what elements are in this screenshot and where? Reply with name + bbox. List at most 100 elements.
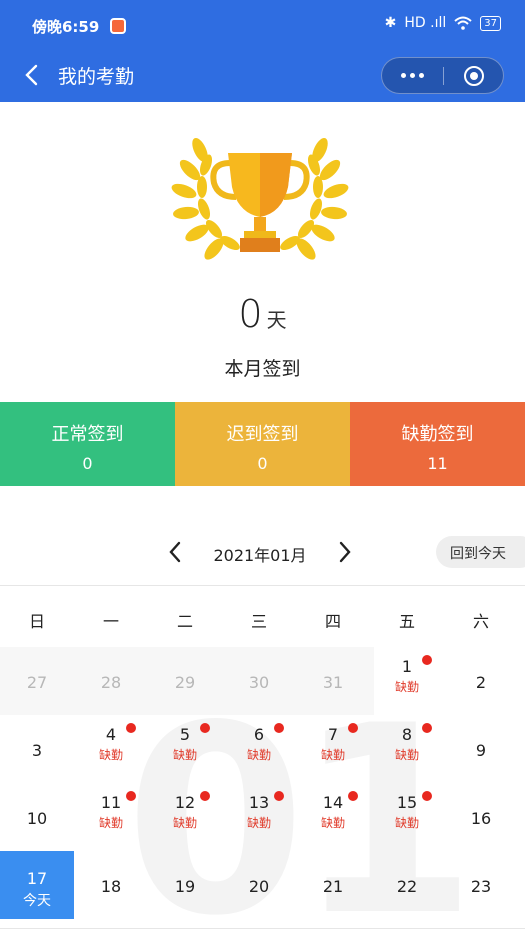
weekday-label: 六 [472,612,489,631]
divider [0,928,525,929]
calendar-day[interactable]: 14 缺勤 [296,783,370,851]
absence-dot-icon [126,723,136,733]
absence-tag: 缺勤 [172,748,197,762]
weekday-label: 二 [176,612,193,631]
calendar-day[interactable]: 15 缺勤 [370,783,444,851]
calendar-day[interactable]: 9 [444,715,518,783]
calendar-day[interactable]: 12 缺勤 [148,783,222,851]
absence-dot-icon [274,791,284,801]
wifi-icon [454,16,472,30]
more-options-button[interactable] [382,58,443,93]
stat-normal[interactable]: 正常签到 0 [0,402,175,486]
calendar-week-row: 27 28 29 30 31 1 缺勤 2 [0,647,525,715]
day-number: 7 [327,725,339,744]
calendar-day[interactable]: 11 缺勤 [74,783,148,851]
chevron-right-icon[interactable] [330,536,360,568]
absence-dot-icon [422,655,432,665]
absence-tag: 缺勤 [394,748,419,762]
absence-tag: 缺勤 [246,748,271,762]
day-number: 21 [322,877,344,896]
calendar-day[interactable]: 4 缺勤 [74,715,148,783]
day-number: 8 [401,725,413,744]
day-count-unit: 天 [266,308,287,332]
calendar-day[interactable]: 23 [444,851,518,919]
month-navigation: 2021年01月 回到今天 [0,530,525,574]
status-time: 傍晚6:59 [32,18,100,36]
absence-tag: 缺勤 [172,816,197,830]
stat-absent[interactable]: 缺勤签到 11 [350,402,525,486]
trophy-laurel-icon [171,137,349,260]
attendance-day-count: 0天 [0,292,525,336]
dot-icon [410,73,415,78]
chevron-left-icon[interactable] [160,536,190,568]
calendar-day[interactable]: 1 缺勤 [370,647,444,715]
calendar-day[interactable]: 18 [74,851,148,919]
day-number: 30 [248,673,270,692]
calendar-day[interactable]: 29 [148,647,222,715]
day-number: 4 [105,725,117,744]
weekday-label: 一 [102,612,119,631]
day-number: 19 [174,877,196,896]
current-month: 2021年01月 [213,546,307,565]
day-number: 3 [31,741,43,760]
absence-tag: 缺勤 [98,816,123,830]
calendar-day[interactable]: 22 [370,851,444,919]
calendar-day[interactable]: 10 [0,783,74,851]
day-number: 20 [248,877,270,896]
stat-label: 正常签到 [51,424,124,445]
day-number: 18 [100,877,122,896]
top-bar: 傍晚6:59 ✱ HD .ıll 37 我的考勤 [0,0,525,102]
calendar-day[interactable]: 31 [296,647,370,715]
day-number: 23 [470,877,492,896]
stat-value: 0 [82,454,93,473]
close-mini-program-button[interactable] [444,58,504,93]
calendar-day[interactable]: 20 [222,851,296,919]
mini-program-capsule [381,57,504,94]
day-number: 16 [470,809,492,828]
back-arrow-icon[interactable] [18,60,46,90]
nav-bar: 我的考勤 [0,52,525,102]
calendar-day[interactable]: 2 [444,647,518,715]
signal-icon: HD .ıll [404,15,447,31]
calendar-day[interactable]: 3 [0,715,74,783]
day-number: 17 [26,869,48,888]
back-to-today-button[interactable]: 回到今天 [436,536,525,568]
dot-icon [401,73,406,78]
stat-late[interactable]: 迟到签到 0 [175,402,350,486]
divider [0,585,525,586]
calendar-day-today[interactable]: 17 今天 [0,851,74,919]
calendar-day[interactable]: 6 缺勤 [222,715,296,783]
calendar-day[interactable]: 8 缺勤 [370,715,444,783]
weekday-label: 四 [324,612,341,631]
calendar-day[interactable]: 13 缺勤 [222,783,296,851]
day-number: 6 [253,725,265,744]
calendar-day[interactable]: 28 [74,647,148,715]
day-number: 14 [322,793,344,812]
absence-tag: 缺勤 [394,680,419,694]
calendar-day[interactable]: 21 [296,851,370,919]
status-icons: ✱ HD .ıll 37 [385,15,501,31]
day-number: 9 [475,741,487,760]
calendar-day[interactable]: 7 缺勤 [296,715,370,783]
day-number: 1 [401,657,413,676]
day-number: 15 [396,793,418,812]
day-number: 29 [174,673,196,692]
calendar-day[interactable]: 19 [148,851,222,919]
calendar-day[interactable]: 16 [444,783,518,851]
status-bar: 傍晚6:59 ✱ HD .ıll 37 [0,0,525,52]
absence-dot-icon [274,723,284,733]
stat-label: 迟到签到 [226,424,299,445]
battery-icon: 37 [480,15,501,31]
stat-label: 缺勤签到 [401,424,474,445]
calendar-grid: 27 28 29 30 31 1 缺勤 2 3 4 缺勤 5 缺勤 6 缺勤 7 缺勤 8 缺勤 9 10 11 缺勤 12 缺… [0,647,525,919]
absence-dot-icon [200,723,210,733]
calendar-day[interactable]: 5 缺勤 [148,715,222,783]
weekday-header: 日一二三四五六 [0,600,525,640]
stat-value: 11 [427,454,448,473]
weekday-label: 五 [398,612,415,631]
stat-value: 0 [257,454,268,473]
day-number: 12 [174,793,196,812]
calendar-day[interactable]: 30 [222,647,296,715]
calendar-day[interactable]: 27 [0,647,74,715]
weekday-label: 三 [250,612,267,631]
